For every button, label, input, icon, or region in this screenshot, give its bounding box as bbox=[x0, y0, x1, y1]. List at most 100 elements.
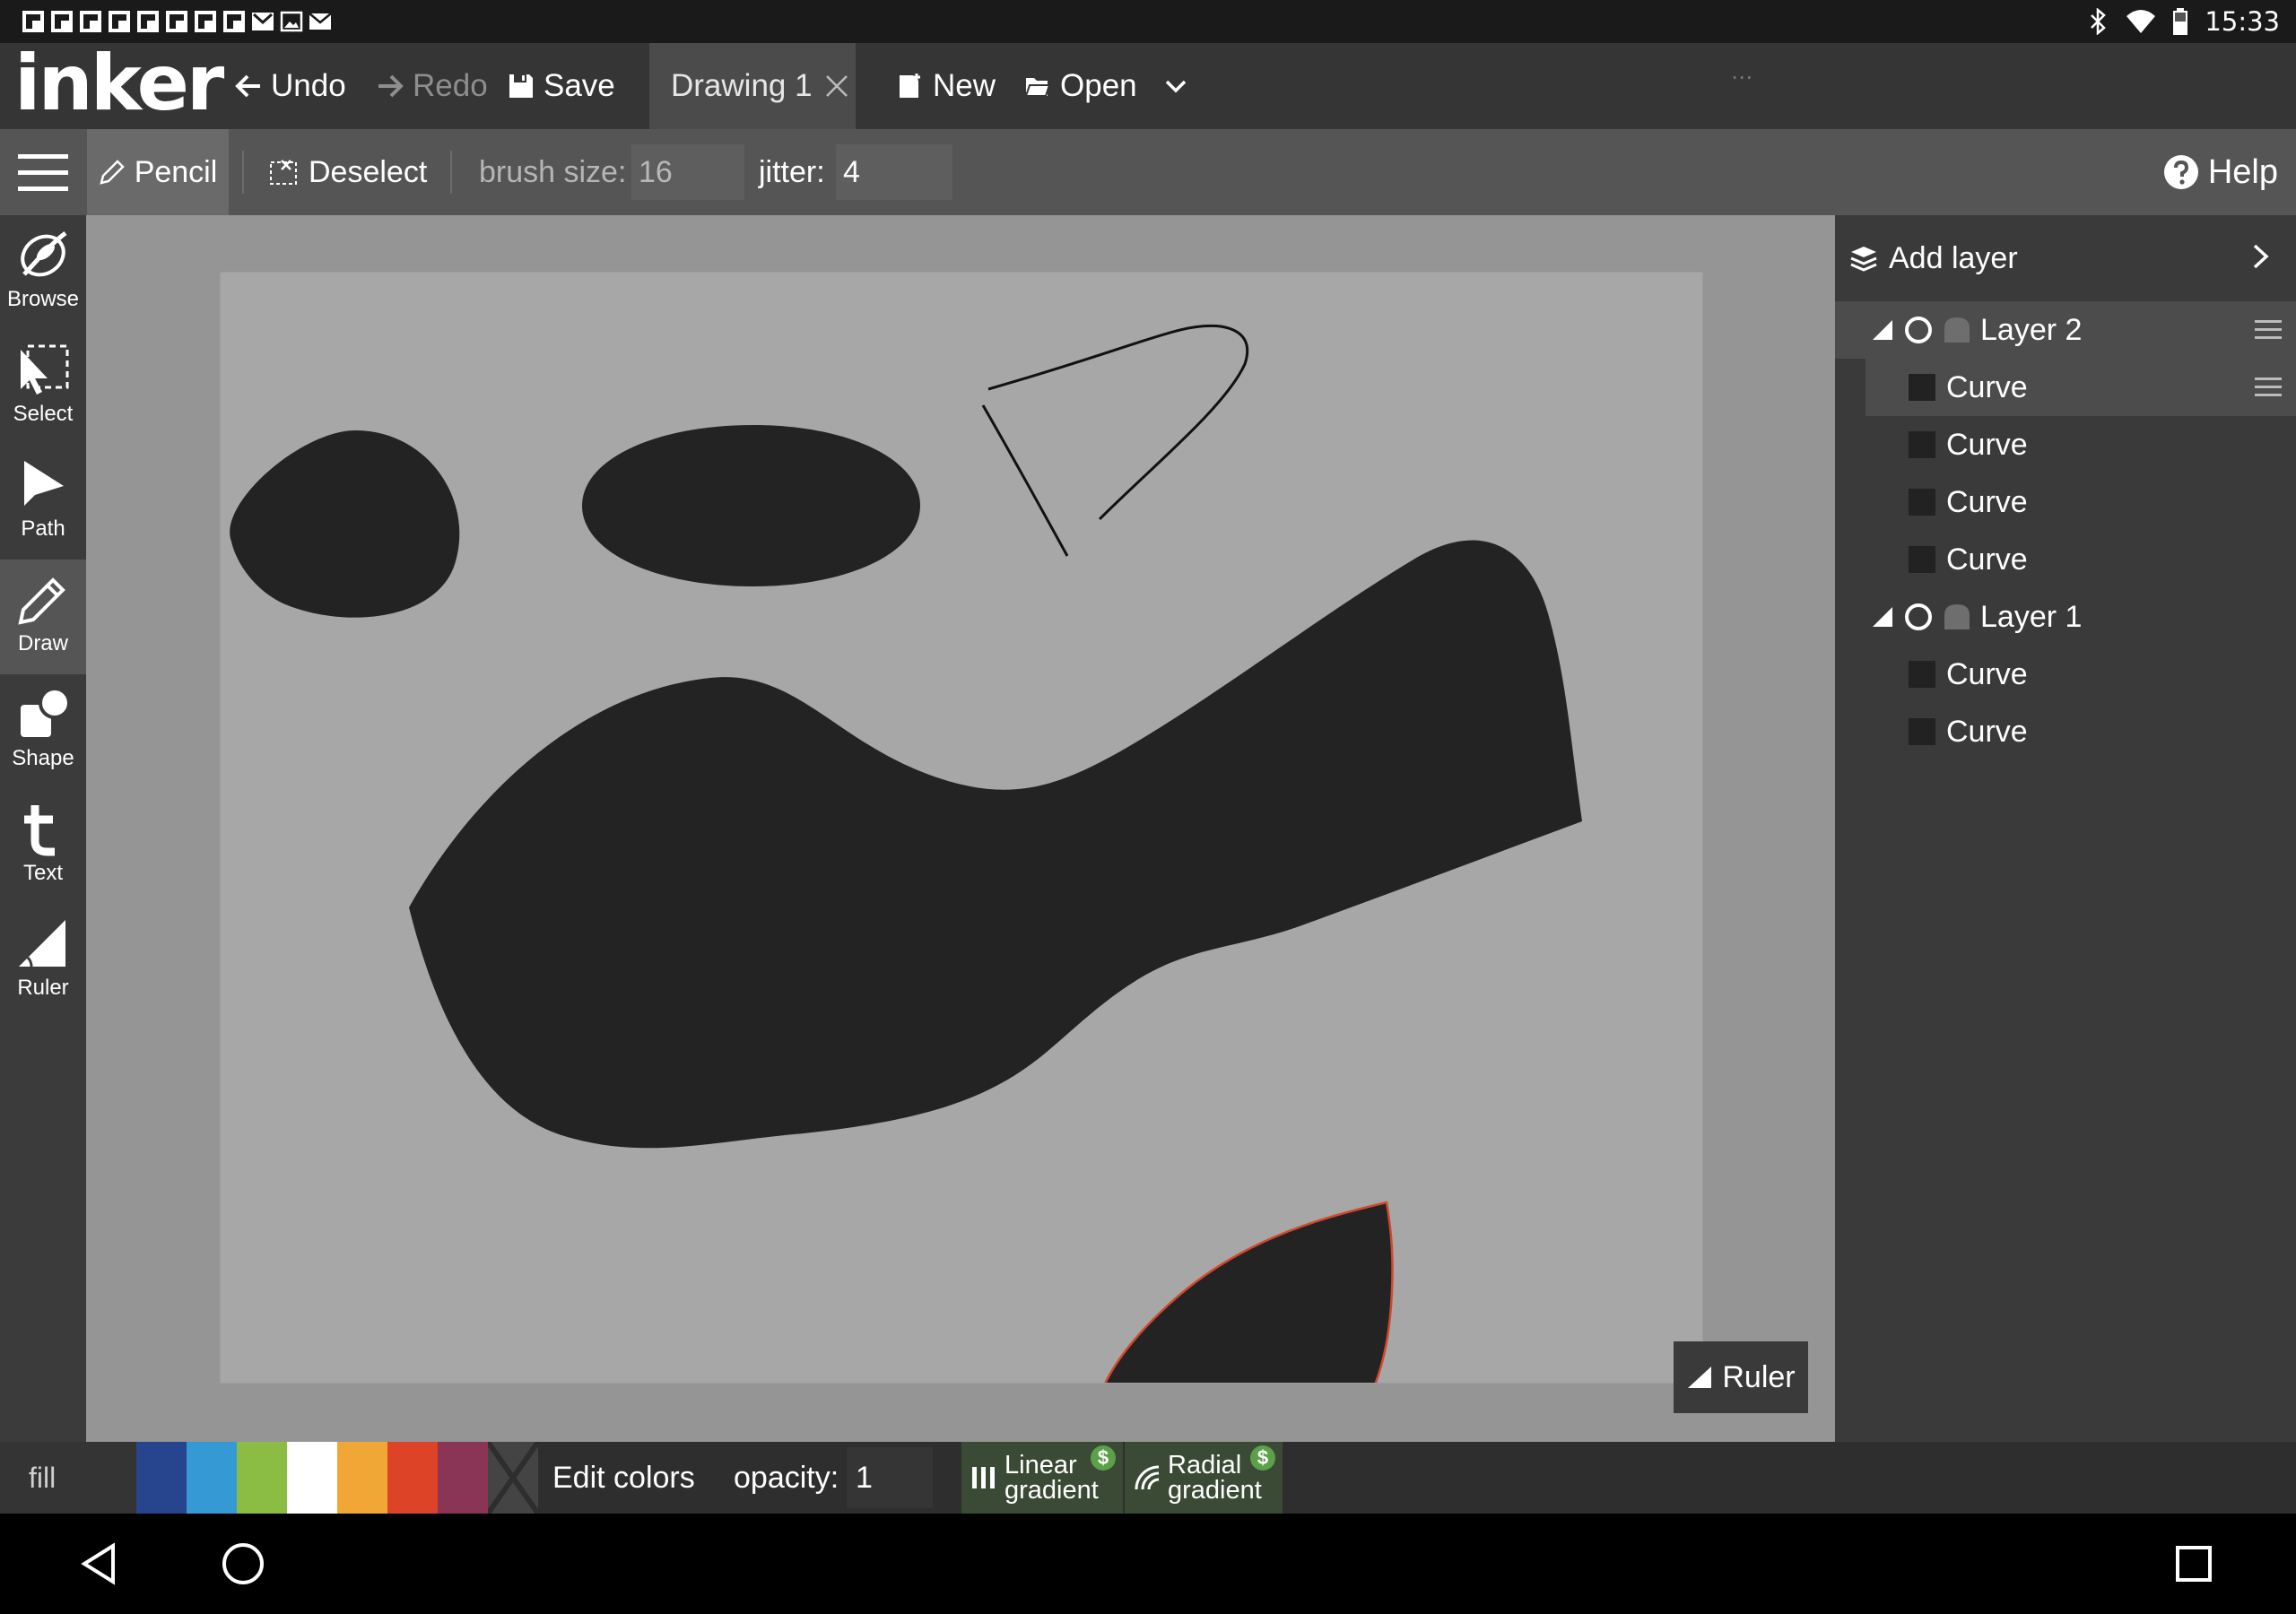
ruler-button[interactable]: Ruler bbox=[1674, 1341, 1808, 1413]
fill-stroke-toggle[interactable]: fill bbox=[0, 1442, 136, 1514]
visibility-circle-icon[interactable] bbox=[1903, 315, 1934, 345]
collapse-triangle-icon[interactable] bbox=[1871, 605, 1894, 629]
tool-rail: Browse Select Path Draw Shape Text Ruler bbox=[0, 215, 86, 1442]
tool-shape[interactable]: Shape bbox=[0, 674, 86, 789]
color-swatch[interactable] bbox=[287, 1442, 337, 1514]
curve-color-swatch bbox=[1909, 661, 1935, 688]
layer-row[interactable]: Layer 1 bbox=[1835, 588, 2296, 646]
premium-badge-icon: $ bbox=[1091, 1445, 1116, 1471]
selected-curve-shape[interactable] bbox=[1094, 1201, 1394, 1383]
ruler-icon bbox=[19, 920, 65, 968]
more-menu-button[interactable] bbox=[1162, 43, 1189, 129]
hamburger-menu-button[interactable] bbox=[0, 129, 86, 215]
curve-color-swatch bbox=[1909, 489, 1935, 516]
color-swatch[interactable] bbox=[337, 1442, 387, 1514]
tool-label: Shape bbox=[12, 746, 74, 770]
curve-shape[interactable] bbox=[230, 430, 460, 618]
tool-path[interactable]: Path bbox=[0, 445, 86, 560]
color-swatch[interactable] bbox=[187, 1442, 237, 1514]
curve-shape[interactable] bbox=[582, 425, 920, 586]
save-button[interactable]: Save bbox=[508, 43, 615, 129]
opacity-input[interactable] bbox=[847, 1447, 933, 1508]
text-icon bbox=[24, 805, 55, 856]
curve-stroke[interactable] bbox=[981, 324, 1249, 557]
tool-label: Text bbox=[22, 861, 63, 885]
curve-item[interactable]: Curve bbox=[1866, 646, 2296, 703]
linear-gradient-button[interactable]: Linear gradient $ bbox=[961, 1442, 1123, 1514]
curve-item[interactable]: Curve bbox=[1866, 473, 2296, 531]
add-layer-button[interactable]: Add layer bbox=[1835, 215, 2296, 301]
deselect-icon bbox=[270, 160, 297, 185]
radial-gradient-icon bbox=[1135, 1465, 1160, 1490]
layer-row[interactable]: Layer 2 bbox=[1835, 301, 2296, 359]
new-button[interactable]: New bbox=[897, 43, 996, 129]
draw-icon bbox=[18, 577, 65, 625]
tab-drawing-1[interactable]: Drawing 1 bbox=[649, 43, 856, 129]
curve-name: Curve bbox=[1946, 369, 2028, 404]
tool-text[interactable]: Text bbox=[0, 789, 86, 904]
open-button[interactable]: Open bbox=[1024, 43, 1137, 129]
undo-button[interactable]: Undo bbox=[235, 43, 346, 129]
back-button[interactable] bbox=[79, 1514, 118, 1614]
open-label: Open bbox=[1060, 68, 1137, 103]
divider bbox=[450, 151, 452, 194]
tool-browse[interactable]: Browse bbox=[0, 215, 86, 330]
drag-handle-icon[interactable] bbox=[2255, 377, 2282, 398]
menu-icon bbox=[18, 154, 68, 191]
curve-name: Curve bbox=[1946, 484, 2028, 519]
drawing-svg[interactable] bbox=[221, 273, 1702, 1383]
redo-button[interactable]: Redo bbox=[377, 43, 488, 129]
app-bar: inker Undo Redo Save Drawing 1 New Open … bbox=[0, 43, 2296, 129]
color-swatch[interactable] bbox=[438, 1442, 488, 1514]
tool-label: Ruler bbox=[17, 976, 69, 1000]
close-icon[interactable] bbox=[825, 74, 848, 98]
curve-shape[interactable] bbox=[409, 540, 1582, 1149]
color-swatch[interactable] bbox=[387, 1442, 438, 1514]
layer-name: Layer 2 bbox=[1980, 312, 2083, 347]
curve-item[interactable]: Curve bbox=[1866, 531, 2296, 588]
lock-icon[interactable] bbox=[1943, 603, 1971, 631]
premium-badge-icon: $ bbox=[1250, 1445, 1275, 1471]
linear-gradient-line2: gradient bbox=[1004, 1476, 1099, 1505]
jitter-input[interactable] bbox=[836, 144, 952, 200]
home-button[interactable] bbox=[221, 1514, 265, 1614]
visibility-circle-icon[interactable] bbox=[1903, 602, 1934, 632]
pencil-brush-button[interactable]: Pencil bbox=[87, 129, 229, 215]
lock-icon[interactable] bbox=[1943, 316, 1971, 344]
tool-draw[interactable]: Draw bbox=[0, 560, 86, 674]
curve-name: Curve bbox=[1946, 427, 2028, 462]
tool-select[interactable]: Select bbox=[0, 330, 86, 445]
shape-icon bbox=[21, 687, 71, 737]
recents-square-icon bbox=[2176, 1546, 2212, 1582]
opacity-label: opacity: bbox=[734, 1461, 839, 1495]
curve-item[interactable]: Curve bbox=[1866, 359, 2296, 416]
canvas-area[interactable]: Ruler bbox=[86, 215, 1835, 1442]
recents-button[interactable] bbox=[2174, 1514, 2213, 1614]
collapse-triangle-icon[interactable] bbox=[1871, 318, 1894, 342]
radial-gradient-button[interactable]: Radial gradient $ bbox=[1125, 1442, 1283, 1514]
brush-size-input[interactable] bbox=[631, 144, 744, 200]
curve-item[interactable]: Curve bbox=[1866, 703, 2296, 760]
help-button[interactable]: Help bbox=[2163, 129, 2278, 215]
pencil-icon bbox=[99, 160, 125, 185]
deselect-button[interactable]: Deselect bbox=[269, 129, 427, 215]
curve-item[interactable]: Curve bbox=[1866, 416, 2296, 473]
navigation-bar bbox=[0, 1514, 2296, 1614]
layers-panel: Add layer Layer 2 Curve Curve Curve Curv… bbox=[1835, 215, 2296, 1442]
image-icon bbox=[280, 10, 303, 33]
chevron-right-icon[interactable] bbox=[2251, 242, 2271, 271]
color-swatch[interactable] bbox=[237, 1442, 287, 1514]
color-swatch[interactable] bbox=[136, 1442, 187, 1514]
no-color-swatch[interactable] bbox=[488, 1442, 538, 1514]
tool-ruler[interactable]: Ruler bbox=[0, 904, 86, 1019]
deselect-label: Deselect bbox=[309, 154, 428, 189]
curve-color-swatch bbox=[1909, 718, 1935, 745]
drawing-canvas[interactable] bbox=[221, 273, 1702, 1383]
flipboard-icon bbox=[79, 10, 102, 33]
drag-handle-icon[interactable] bbox=[2255, 319, 2282, 341]
redo-label: Redo bbox=[413, 68, 488, 103]
add-layer-label: Add layer bbox=[1889, 240, 2018, 275]
new-label: New bbox=[933, 68, 996, 103]
tool-label: Path bbox=[21, 516, 65, 541]
edit-colors-button[interactable]: Edit colors bbox=[552, 1442, 695, 1514]
